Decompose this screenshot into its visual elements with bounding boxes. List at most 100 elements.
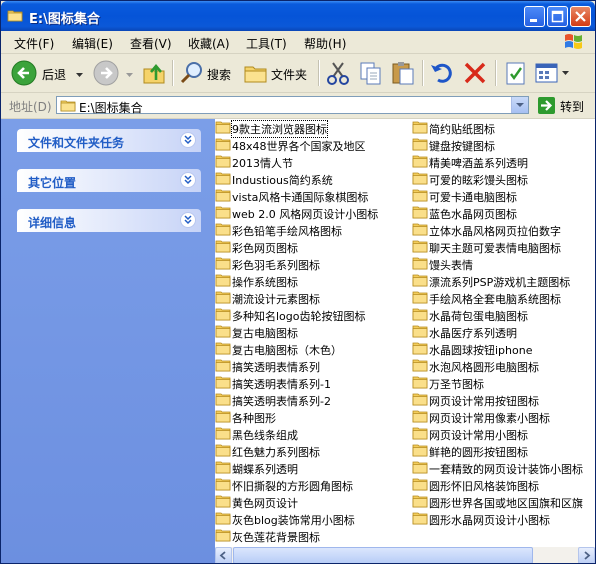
folder-icon [215,154,231,171]
folder-name: Industious简约系统 [232,174,333,187]
paste-button[interactable] [390,58,416,88]
properties-button[interactable] [503,58,529,88]
folder-name: 水泡风格圆形电脑图标 [429,361,539,374]
folder-icon [412,426,428,443]
folder-icon [215,120,231,137]
folder-name: 一套精致的网页设计装饰小图标 [429,463,583,476]
folder-name: 2013情人节 [232,157,293,170]
address-value: E:\图标集合 [79,101,143,115]
folder-icon [412,477,428,494]
folders-button[interactable]: 文件夹 [243,58,311,88]
folder-name: 彩色网页图标 [232,242,298,255]
chevron-down-icon[interactable] [180,172,196,188]
close-button[interactable] [570,6,591,27]
panel-file-folder-tasks[interactable]: 文件和文件夹任务 [17,129,201,152]
menu-file[interactable]: 文件(F) [14,35,54,52]
folder-icon [60,99,76,115]
folder-name: 馒头表情 [429,259,473,272]
views-button[interactable] [534,58,570,88]
folder-icon [215,528,231,545]
address-dropdown-button[interactable] [511,97,528,113]
go-button-label[interactable]: 转到 [560,98,584,115]
folder-icon [7,8,23,22]
folder-icon [215,205,231,222]
folder-icon [215,273,231,290]
back-button[interactable]: 后退 [11,58,71,88]
undo-button[interactable] [429,58,455,88]
folder-name: 漂流系列PSP游戏机主题图标 [429,276,571,289]
menu-help[interactable]: 帮助(H) [304,35,346,52]
menu-view[interactable]: 查看(V) [130,35,172,52]
minimize-button[interactable] [524,6,545,27]
toolbar: 后退 搜索 文件夹 [1,54,595,93]
search-button[interactable]: 搜索 [179,58,235,88]
folder-icon [412,324,428,341]
panel-title: 详细信息 [28,216,77,230]
folder-icon [412,137,428,154]
folder-icon [412,239,428,256]
folder-icon [215,494,231,511]
toolbar-separator [422,60,424,86]
menu-bar: 文件(F) 编辑(E) 查看(V) 收藏(A) 工具(T) 帮助(H) [1,31,595,54]
folder-icon [412,494,428,511]
folder-name: 怀旧撕裂的方形圆角图标 [232,480,353,493]
title-bar[interactable]: E:\图标集合 [1,1,595,31]
folder-name: 黑色线条组成 [232,429,298,442]
panel-title: 其它位置 [28,176,77,190]
copy-button[interactable] [358,58,384,88]
folder-name: 万圣节图标 [429,378,484,391]
explorer-window: E:\图标集合 文件(F) 编辑(E) 查看(V) 收藏(A) 工具(T) 帮助… [0,0,596,564]
folder-name: 操作系统图标 [232,276,298,289]
folder-name: 水晶医疗系列透明 [429,327,517,340]
up-folder-button[interactable] [142,58,168,88]
folder-icon [412,273,428,290]
folder-icon [215,392,231,409]
folder-icon [412,341,428,358]
window-title: E:\图标集合 [29,12,100,27]
menu-tools[interactable]: 工具(T) [246,35,287,52]
folder-name: 复古电脑图标 [232,327,298,340]
folder-icon [215,358,231,375]
folder-name: 搞笑透明表情系列 [232,361,320,374]
panel-title: 文件和文件夹任务 [28,136,125,150]
folder-icon [412,511,428,528]
address-bar: 地址(D) E:\图标集合 转到 [1,93,595,119]
address-input[interactable]: E:\图标集合 [56,96,529,115]
menu-favorites[interactable]: 收藏(A) [188,35,230,52]
folder-name: 彩色铅笔手绘风格图标 [232,225,342,238]
go-arrow-icon[interactable] [538,97,555,114]
panel-details[interactable]: 详细信息 [17,209,201,232]
cut-button[interactable] [325,58,351,88]
windows-logo-icon [561,32,587,52]
delete-button[interactable] [462,58,488,88]
folder-icon [215,256,231,273]
search-label: 搜索 [207,68,232,82]
back-dropdown-icon[interactable] [76,68,83,81]
scissors-icon [327,62,349,85]
back-arrow-icon [11,60,37,86]
address-label: 地址(D) [9,100,52,114]
folder-name: 潮流设计元素图标 [232,293,320,306]
delete-icon [464,62,486,84]
folder-name: 手绘风格全套电脑系统图标 [429,293,561,306]
folder-icon [215,341,231,358]
folder-name: 黄色网页设计 [232,497,298,510]
forward-button[interactable] [93,58,121,88]
folder-name: 复古电脑图标（木色） [232,344,342,357]
folder-icon [215,324,231,341]
scroll-thumb[interactable] [233,547,533,563]
menu-edit[interactable]: 编辑(E) [72,35,113,52]
folder-name: 简约贴纸图标 [429,123,495,136]
forward-dropdown-icon[interactable] [126,68,133,81]
panel-other-places[interactable]: 其它位置 [17,169,201,192]
chevron-down-icon[interactable] [180,132,196,148]
scroll-right-button[interactable] [578,547,595,563]
scroll-left-button[interactable] [215,547,232,563]
horizontal-scrollbar[interactable] [215,547,595,563]
folder-name: 立体水晶风格网页拉伯数字 [429,225,561,238]
folder-name: 48x48世界各个国家及地区 [232,140,366,153]
chevron-down-icon[interactable] [180,212,196,228]
maximize-button[interactable] [547,6,568,27]
toolbar-separator [318,60,320,86]
folder-name: 圆形水晶网页设计小图标 [429,514,550,527]
